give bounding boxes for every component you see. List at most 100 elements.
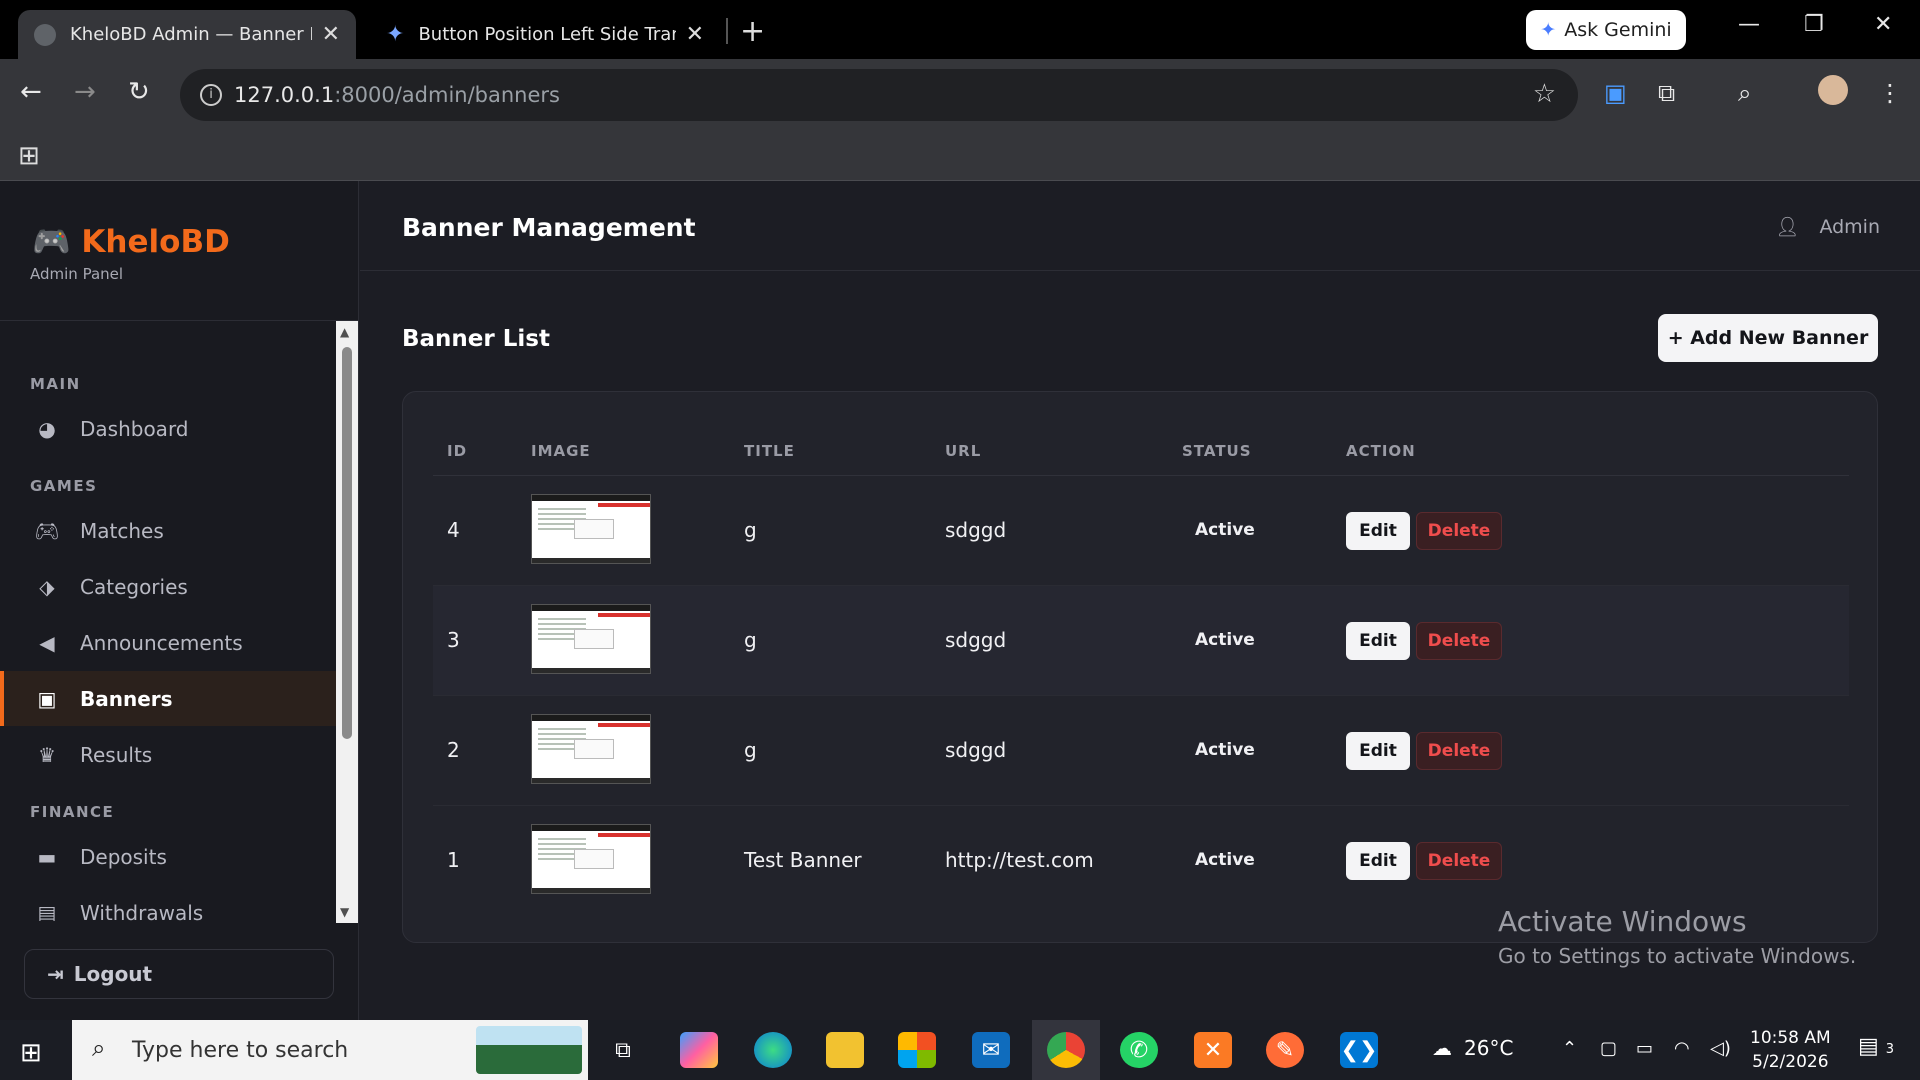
column-header-title: TITLE [744,442,795,460]
trophy-icon: ♛ [38,742,56,767]
forward-icon[interactable]: → [74,77,96,107]
watermark-line-2: Go to Settings to activate Windows. [1498,944,1857,968]
table-row: 2 g sdggd Active Edit Delete [433,696,1849,806]
column-header-image: IMAGE [531,442,591,460]
apps-grid-icon[interactable]: ⊞ [18,141,40,171]
column-header-url: URL [945,442,982,460]
scroll-up-icon[interactable]: ▲ [340,325,349,339]
menu-dots-icon[interactable]: ⋮ [1878,79,1902,107]
scroll-down-icon[interactable]: ▼ [340,905,349,919]
sidebar-item-announcements[interactable]: ◀ Announcements [0,615,336,670]
cloud-sun-icon: ☁ [1432,1036,1452,1060]
brand-logo[interactable]: 🎮 KheloBD [32,223,230,260]
banner-thumbnail [531,494,651,564]
user-cog-icon: 👤︎ [1775,216,1800,238]
tab-kelobd-admin[interactable]: KheloBD Admin — Banner Man ✕ [18,10,356,59]
edge-icon[interactable] [754,1032,792,1068]
whatsapp-icon[interactable]: ✆ [1120,1032,1158,1068]
minimize-icon[interactable]: — [1738,12,1760,37]
gamepad-logo-icon: 🎮 [32,224,71,260]
sidebar-item-results[interactable]: ♛ Results [0,727,336,782]
postman-icon[interactable]: ✎ [1266,1032,1304,1068]
search-highlight-image [476,1026,582,1074]
windows-start-icon[interactable]: ⊞ [20,1038,42,1068]
sidebar-item-matches[interactable]: 🎮︎ Matches [0,503,336,558]
file-explorer-icon[interactable] [826,1032,864,1068]
activate-windows-watermark: Activate Windows Go to Settings to activ… [1498,905,1856,968]
extension-fi-icon[interactable]: ▣ [1604,79,1627,107]
column-header-status: STATUS [1182,442,1252,460]
microsoft-store-icon[interactable] [898,1032,936,1068]
close-tab-icon[interactable]: ✕ [322,22,340,47]
wifi-icon[interactable]: ◠ [1674,1038,1690,1059]
add-new-banner-button[interactable]: + Add New Banner [1658,314,1878,362]
row-url: sdggd [945,518,1007,542]
tray-overflow-icon[interactable]: ⌃ [1562,1038,1577,1059]
sidebar-item-withdrawals[interactable]: ▤ Withdrawals [0,885,336,922]
meet-icon[interactable]: ▢ [1600,1038,1617,1059]
logout-button[interactable]: ⇥ Logout [24,949,334,999]
admin-user-menu[interactable]: 👤︎ Admin [1775,215,1880,239]
sidebar-item-dashboard[interactable]: ◕ Dashboard [0,401,336,456]
cast-search-icon[interactable]: ⌕ [1738,79,1751,107]
vscode-icon[interactable]: ❮❯ [1340,1032,1378,1068]
profile-avatar[interactable] [1818,75,1848,105]
back-icon[interactable]: ← [20,77,42,107]
sidebar-item-label: Withdrawals [80,900,204,922]
taskbar-clock[interactable]: 10:58 AM 5/2/2026 [1750,1026,1831,1074]
restore-icon[interactable]: ❐ [1804,12,1824,37]
pie-chart-icon: ◕ [38,416,56,441]
url-path: :8000/admin/banners [334,83,560,107]
sidebar-item-deposits[interactable]: ▬ Deposits [0,829,336,884]
row-id: 2 [447,738,460,762]
edit-button[interactable]: Edit [1346,842,1410,880]
bookmarks-bar: ⊞ [0,131,1920,181]
address-bar[interactable]: i 127.0.0.1:8000/admin/banners ☆ [180,69,1578,121]
watermark-line-1: Activate Windows [1498,905,1747,938]
sidebar-item-label: Matches [80,518,164,543]
outlook-icon[interactable]: ✉ [972,1032,1010,1068]
browser-toolbar: ← → ↻ i 127.0.0.1:8000/admin/banners ☆ ▣… [0,59,1920,131]
table-row: 1 Test Banner http://test.com Active Edi… [433,806,1849,916]
status-badge: Active [1195,850,1255,870]
row-title: g [744,738,757,762]
page-title: Banner Management [402,213,696,242]
notification-center-icon[interactable]: ▤ 3 [1858,1034,1894,1059]
site-info-icon[interactable]: i [200,84,222,106]
delete-button[interactable]: Delete [1416,622,1502,660]
delete-button[interactable]: Delete [1416,732,1502,770]
taskbar-search-box[interactable]: ⌕ Type here to search [72,1020,588,1080]
ask-gemini-button[interactable]: ✦ Ask Gemini [1526,10,1686,50]
tab-divider [726,18,728,44]
delete-button[interactable]: Delete [1416,842,1502,880]
tab-button-position[interactable]: ✦ Button Position Left Side Transfo ✕ [370,10,720,59]
sidebar-item-banners[interactable]: ▣ Banners [0,671,336,726]
close-window-icon[interactable]: ✕ [1874,12,1892,37]
extensions-puzzle-icon[interactable]: ⧉ [1658,79,1675,107]
bookmark-star-icon[interactable]: ☆ [1533,79,1556,109]
task-view-icon[interactable]: ⧉ [604,1032,642,1068]
sidebar-item-categories[interactable]: ⬗ Categories [0,559,336,614]
edit-button[interactable]: Edit [1346,732,1410,770]
row-id: 3 [447,628,460,652]
sign-out-icon: ⇥ [47,962,64,986]
column-header-action: ACTION [1346,442,1416,460]
battery-icon[interactable]: ▭ [1636,1038,1653,1059]
volume-icon[interactable]: ◁) [1710,1038,1731,1059]
delete-button[interactable]: Delete [1416,512,1502,550]
megaphone-icon: ◀ [39,630,55,655]
scrollbar-thumb[interactable] [342,347,352,739]
sidebar-scrollbar[interactable]: ▲ ▼ [336,321,358,923]
edit-button[interactable]: Edit [1346,512,1410,550]
sidebar-nav: MAIN ◕ Dashboard GAMES 🎮︎ Matches ⬗ Cate… [0,321,336,921]
new-tab-icon[interactable]: + [740,14,765,49]
weather-widget[interactable]: ☁ 26°C [1432,1036,1513,1060]
chrome-icon[interactable] [1047,1032,1085,1068]
edit-button[interactable]: Edit [1346,622,1410,660]
copilot-icon[interactable] [680,1032,718,1068]
xampp-icon[interactable]: ✕ [1194,1032,1232,1068]
reload-icon[interactable]: ↻ [128,77,150,107]
close-tab-icon[interactable]: ✕ [686,22,704,47]
tags-icon: ⬗ [39,574,55,599]
globe-icon [34,23,56,46]
